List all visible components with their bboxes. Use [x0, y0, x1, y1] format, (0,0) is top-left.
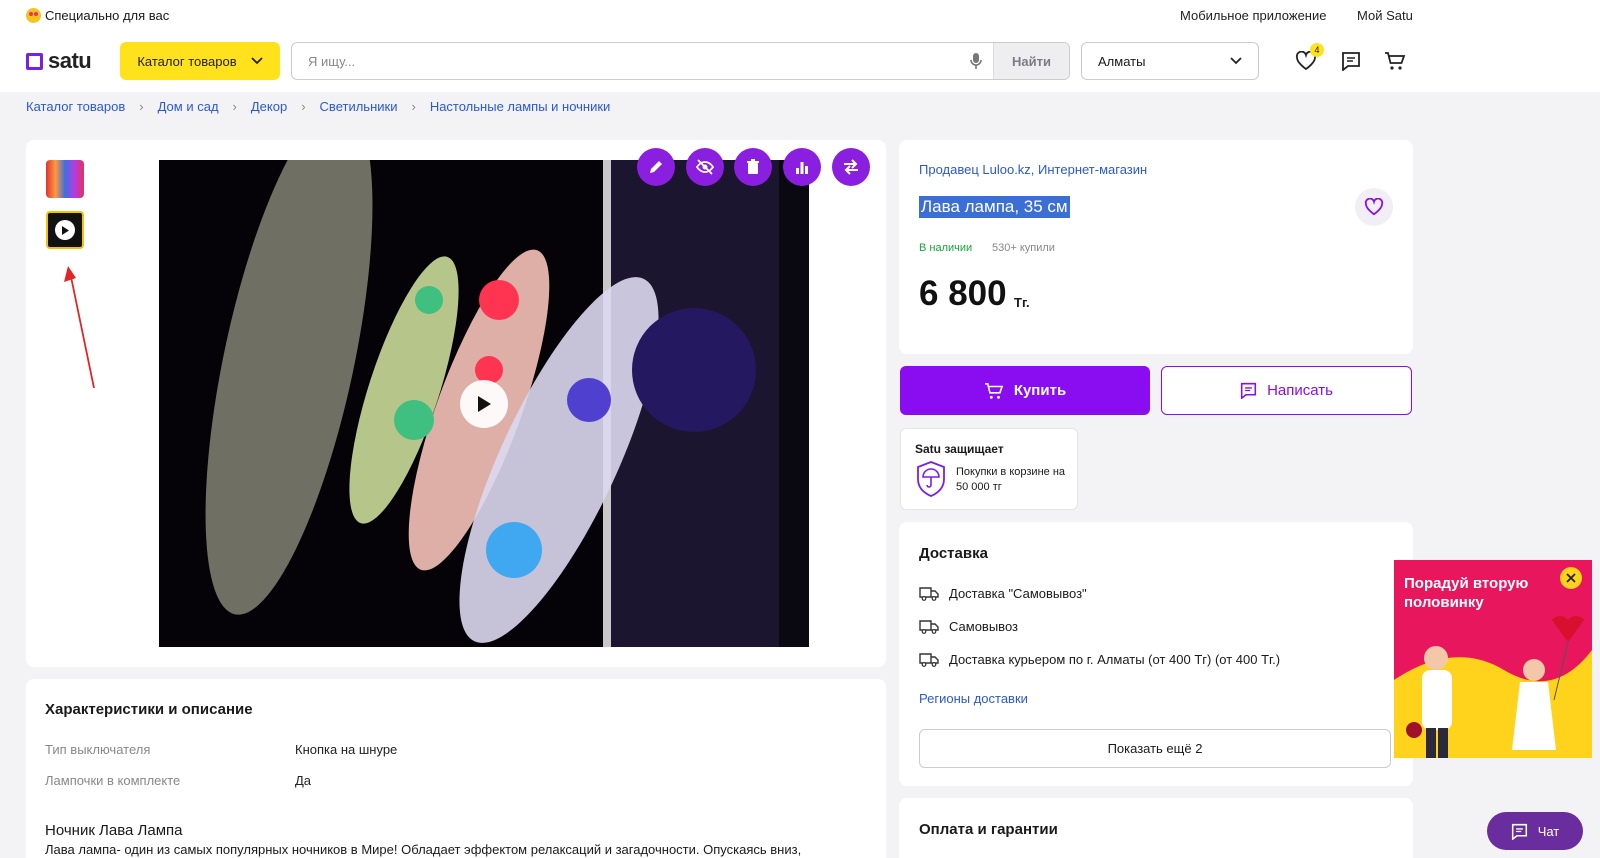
show-more-button[interactable]: Показать ещё 2: [919, 729, 1391, 768]
play-icon: [478, 396, 491, 412]
chevron-right-icon: ›: [232, 99, 237, 114]
banner-text: Порадуй вторую половинку: [1404, 575, 1529, 611]
bar-chart-icon: [796, 162, 808, 174]
cart-icon: [984, 382, 1004, 399]
catalog-button-label: Каталог товаров: [137, 53, 237, 69]
heart-icon: [1364, 198, 1384, 216]
spec-label: Лампочки в комплекте: [45, 773, 181, 788]
search-input[interactable]: [292, 43, 959, 79]
write-message-label: Написать: [1267, 382, 1333, 399]
protection-title: Satu защищает: [915, 442, 1004, 456]
shield-umbrella-icon: [917, 461, 945, 497]
microphone-icon[interactable]: [959, 52, 993, 70]
message-icon: [1342, 52, 1360, 71]
favorites-count-badge: 4: [1310, 43, 1324, 57]
characteristics-title: Характеристики и описание: [45, 701, 253, 718]
thumbnail-video[interactable]: [46, 211, 84, 249]
breadcrumb-item[interactable]: Каталог товаров: [26, 99, 125, 114]
eye-off-icon: [696, 159, 714, 175]
delivery-option: Доставка "Самовывоз": [919, 586, 1087, 601]
delivery-option-label: Самовывоз: [949, 619, 1018, 634]
chat-label: Чат: [1537, 823, 1560, 839]
hide-tool-button[interactable]: [686, 148, 724, 186]
play-button[interactable]: [460, 380, 508, 428]
search-bar: Найти: [291, 42, 1070, 80]
chat-icon: [1511, 823, 1527, 840]
trash-icon: [747, 159, 759, 174]
logo-mark-icon: [26, 52, 43, 70]
delivery-option: Доставка курьером по г. Алматы (от 400 Т…: [919, 652, 1280, 667]
swap-tool-button[interactable]: [832, 148, 870, 186]
chevron-right-icon: ›: [139, 99, 144, 114]
breadcrumb: Каталог товаров › Дом и сад › Декор › Св…: [26, 99, 610, 114]
chevron-right-icon: ›: [411, 99, 416, 114]
delivery-regions-link[interactable]: Регионы доставки: [919, 691, 1028, 706]
delivery-option-label: Доставка курьером по г. Алматы (от 400 Т…: [949, 652, 1281, 667]
breadcrumb-item[interactable]: Настольные лампы и ночники: [430, 99, 611, 114]
my-satu-link[interactable]: Мой Satu: [1357, 8, 1413, 23]
red-arrow-annotation: [64, 266, 95, 389]
spec-value: Кнопка на шнуре: [295, 742, 398, 757]
city-select[interactable]: Алматы: [1081, 42, 1259, 80]
promo-label: Специально для вас: [45, 8, 170, 23]
city-value: Алматы: [1098, 53, 1146, 69]
edit-tool-button[interactable]: [637, 148, 675, 186]
delivery-option: Самовывоз: [919, 619, 1018, 634]
delivery-option-label: Доставка "Самовывоз": [949, 586, 1087, 601]
heart-eyes-emoji-icon: [26, 8, 41, 23]
play-icon: [55, 220, 75, 240]
buy-button-label: Купить: [1013, 382, 1067, 399]
swap-arrows-icon: [844, 159, 858, 175]
product-title: Лава лампа, 35 см: [919, 196, 1070, 218]
description-text: Лава лампа- один из самых популярных ноч…: [45, 842, 802, 857]
banner-close-button[interactable]: [1560, 567, 1582, 589]
close-icon: [1566, 573, 1576, 583]
buy-button[interactable]: Купить: [900, 366, 1150, 415]
truck-icon: [919, 652, 939, 667]
payment-title: Оплата и гарантии: [919, 821, 1058, 838]
stats-tool-button[interactable]: [783, 148, 821, 186]
catalog-button[interactable]: Каталог товаров: [120, 42, 280, 80]
chevron-down-icon: [250, 57, 263, 65]
mobile-app-link[interactable]: Мобильное приложение: [1180, 8, 1326, 23]
price-value: 6 800: [919, 274, 1007, 313]
bought-count: 530+ купили: [992, 242, 1055, 254]
add-to-favorites-button[interactable]: [1355, 188, 1393, 226]
breadcrumb-item[interactable]: Декор: [251, 99, 287, 114]
search-button[interactable]: Найти: [993, 43, 1069, 79]
chat-button[interactable]: Чат: [1487, 812, 1583, 850]
write-message-button[interactable]: Написать: [1161, 366, 1412, 415]
stock-status: В наличии: [919, 242, 973, 254]
cart-icon: [1385, 52, 1406, 70]
breadcrumb-item[interactable]: Светильники: [320, 99, 398, 114]
chevron-down-icon: [1230, 57, 1242, 65]
spec-label: Тип выключателя: [45, 742, 151, 757]
delete-tool-button[interactable]: [734, 148, 772, 186]
cart-button[interactable]: [1383, 49, 1407, 73]
thumbnail-image[interactable]: [46, 160, 84, 198]
protection-text: Покупки в корзине на 50 000 тг: [956, 466, 1066, 493]
breadcrumb-item[interactable]: Дом и сад: [158, 99, 219, 114]
message-icon: [1240, 382, 1257, 399]
chevron-right-icon: ›: [301, 99, 306, 114]
spec-value: Да: [295, 773, 312, 788]
price-currency: Тг.: [1014, 295, 1030, 310]
delivery-title: Доставка: [919, 545, 988, 562]
promo-link[interactable]: Специально для вас: [26, 8, 169, 23]
favorites-button[interactable]: 4: [1294, 43, 1324, 73]
description-title: Ночник Лава Лампа: [45, 822, 183, 839]
messages-button[interactable]: [1339, 49, 1363, 73]
truck-icon: [919, 619, 939, 634]
logo-text: satu: [48, 48, 92, 73]
logo[interactable]: satu: [26, 48, 92, 74]
seller-link[interactable]: Продавец Luloo.kz, Интернет-магазин: [919, 162, 1147, 177]
truck-icon: [919, 586, 939, 601]
pencil-icon: [650, 161, 662, 173]
